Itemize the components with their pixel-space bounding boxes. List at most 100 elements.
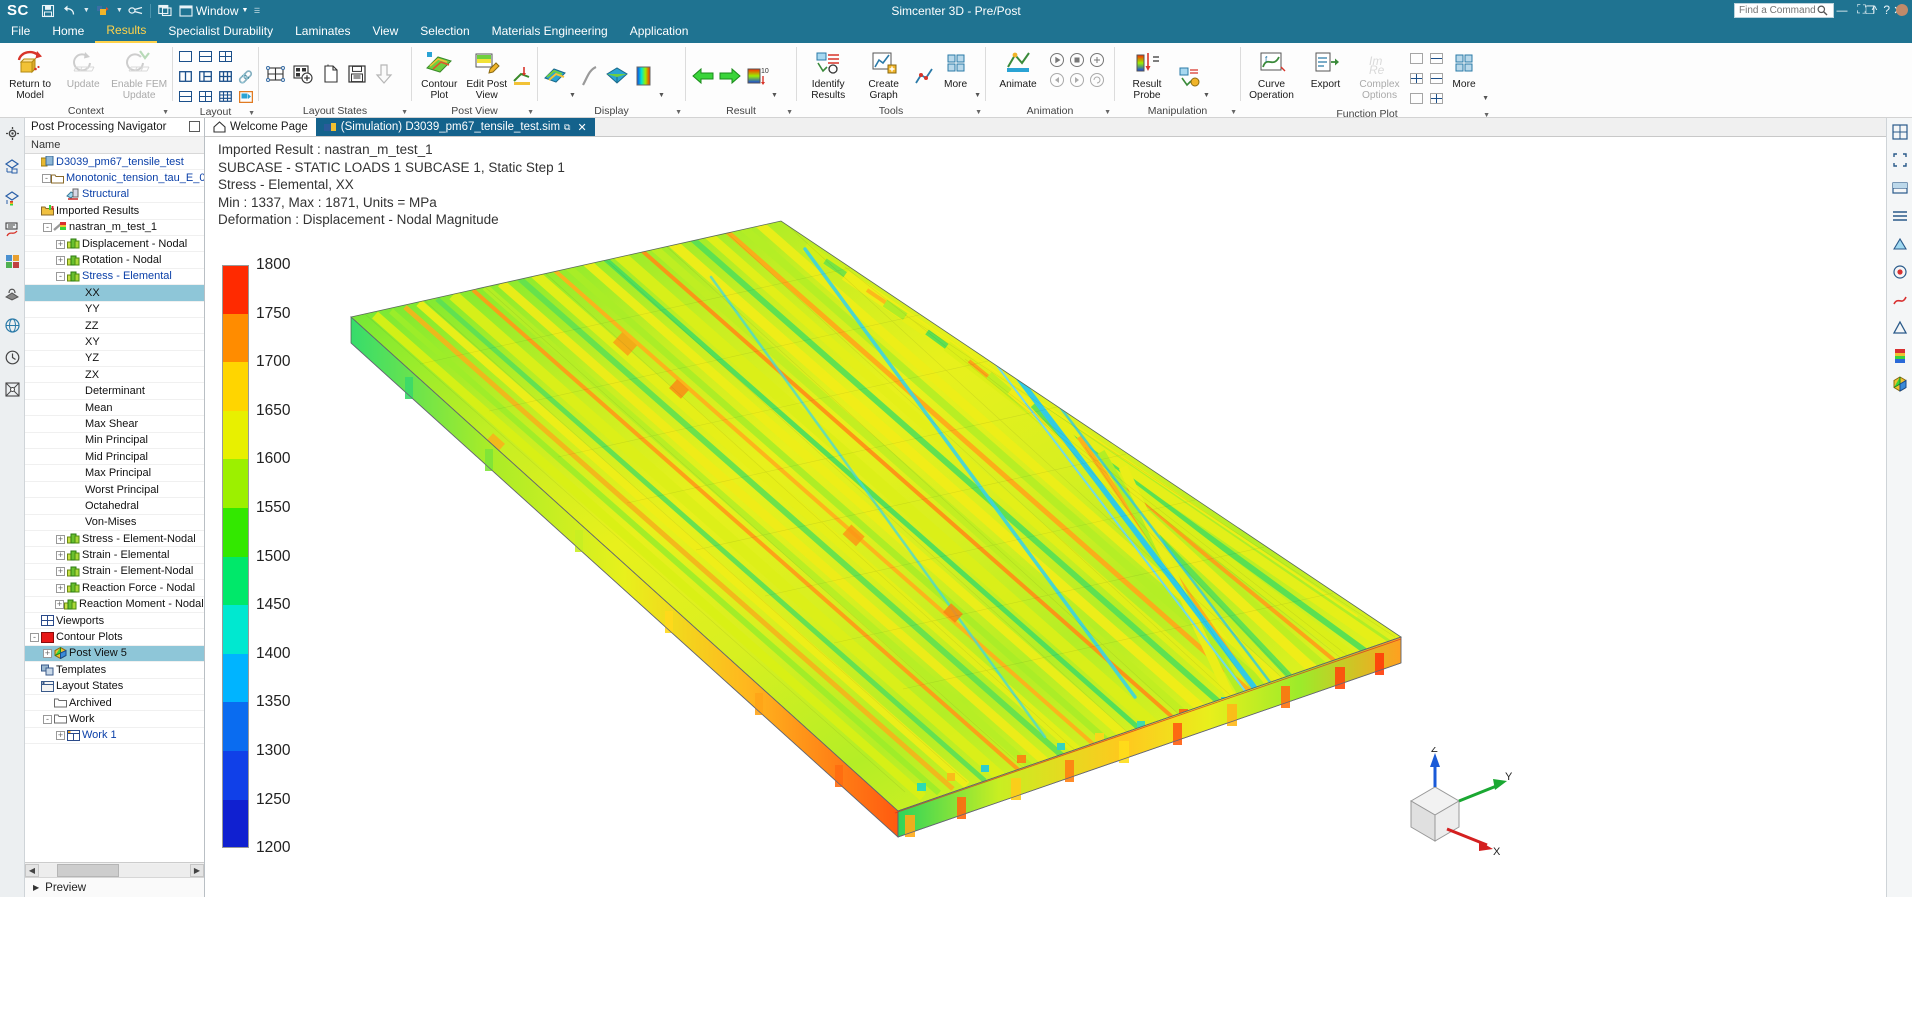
export-button[interactable]: Export — [1299, 46, 1352, 90]
postview-icon[interactable] — [1889, 373, 1911, 395]
tree-item[interactable]: XY — [25, 334, 204, 351]
collapse-icon[interactable]: - — [29, 632, 40, 643]
complex-options-button[interactable]: Im Re Complex Options — [1353, 46, 1406, 101]
tree-item[interactable]: - Stress - Elemental — [25, 269, 204, 286]
tree-item[interactable]: Imported Results — [25, 203, 204, 220]
prev-frame-icon[interactable] — [1047, 70, 1066, 89]
deformed-dropdown-icon[interactable]: ▼ — [658, 92, 665, 99]
ribbon-tab-selection[interactable]: Selection — [409, 21, 480, 43]
contour-settings-icon[interactable] — [1889, 261, 1911, 283]
document-tab[interactable]: (Simulation) D3039_pm67_tensile_test.sim… — [315, 118, 595, 136]
layout-nine-icon[interactable] — [216, 87, 235, 106]
tree-item[interactable]: + Strain - Element-Nodal — [25, 564, 204, 581]
plot-grid6-icon[interactable] — [1427, 89, 1446, 108]
layout-state-create-icon[interactable] — [263, 61, 289, 87]
shaded-icon[interactable] — [1889, 233, 1911, 255]
tree-item[interactable]: - Monotonic_tension_tau_E_0 — [25, 170, 204, 187]
settings-gear-icon[interactable] — [1, 122, 23, 144]
tree-item[interactable]: D3039_pm67_tensile_test — [25, 154, 204, 171]
link-viewports-icon[interactable]: 🔗 — [236, 67, 255, 86]
graphics-viewport[interactable]: Imported Result : nastran_m_test_1 SUBCAS… — [205, 137, 1545, 897]
tree-item[interactable]: + Reaction Force - Nodal — [25, 580, 204, 597]
more-function-plot-button[interactable]: More — [1447, 46, 1481, 90]
tree-item[interactable]: Layout States — [25, 679, 204, 695]
undo-dropdown-icon[interactable]: ▼ — [81, 0, 92, 21]
tree-item[interactable]: ZX — [25, 367, 204, 384]
tree-item[interactable]: + Reaction Moment - Nodal — [25, 597, 204, 613]
redo-dropdown-icon[interactable]: ▼ — [114, 0, 125, 21]
tree-item[interactable]: YZ — [25, 351, 204, 368]
duplicate-tab-icon[interactable]: ⧉ — [564, 122, 570, 133]
close-tab-icon[interactable]: ✕ — [577, 121, 586, 134]
layout-grid4-icon[interactable] — [216, 47, 235, 66]
tree-item[interactable]: + Strain - Elemental — [25, 547, 204, 564]
enable-fem-update-button[interactable]: Enable FEM Update — [110, 46, 168, 101]
part-navigator-icon[interactable] — [1, 250, 23, 272]
tree-item[interactable]: - Contour Plots — [25, 629, 204, 646]
ribbon-tab-specialist-durability[interactable]: Specialist Durability — [157, 21, 284, 43]
ribbon-tab-home[interactable]: Home — [41, 21, 95, 43]
tree-item[interactable]: + Stress - Element-Nodal — [25, 531, 204, 548]
collapse-icon[interactable]: - — [55, 271, 66, 282]
cut-icon[interactable] — [125, 0, 147, 21]
tree-item[interactable]: Worst Principal — [25, 482, 204, 499]
ribbon-tab-materials-engineering[interactable]: Materials Engineering — [481, 21, 619, 43]
tree-item[interactable]: Structural — [25, 187, 204, 204]
tree-item[interactable]: Octahedral — [25, 498, 204, 515]
stop-icon[interactable] — [1067, 50, 1086, 69]
previous-result-icon[interactable] — [690, 63, 716, 89]
window-switch-icon[interactable] — [154, 0, 176, 21]
colormap-icon[interactable] — [1889, 345, 1911, 367]
deformed-display-icon[interactable] — [631, 63, 657, 89]
shaded-display-icon[interactable] — [604, 63, 630, 89]
graph-edit-icon[interactable] — [912, 63, 937, 89]
pin-icon[interactable] — [189, 121, 200, 132]
layout-quad-icon[interactable] — [196, 87, 215, 106]
tree-item[interactable]: + Post View 5 — [25, 645, 204, 663]
collapse-icon[interactable]: - — [42, 222, 53, 233]
scroll-left-arrow-icon[interactable]: ◀ — [25, 863, 39, 877]
tree-item[interactable]: Min Principal — [25, 433, 204, 450]
find-command-box[interactable] — [1734, 3, 1834, 18]
plot-grid4-icon[interactable] — [1427, 69, 1446, 88]
tree-item[interactable]: + Work 1 — [25, 728, 204, 745]
collapse-icon[interactable]: - — [42, 173, 51, 184]
expand-icon[interactable]: + — [55, 730, 66, 741]
contour-plot-button[interactable]: Contour Plot — [416, 46, 463, 101]
manipulation-tool-icon[interactable] — [1176, 63, 1202, 89]
render-style-icon[interactable] — [1889, 121, 1911, 143]
expand-icon[interactable]: + — [55, 239, 66, 249]
identify-results-button[interactable]: Identify Results — [801, 46, 855, 101]
edit-post-view-button[interactable]: Edit Post View — [464, 46, 511, 101]
scroll-right-arrow-icon[interactable]: ▶ — [190, 863, 204, 877]
expand-icon[interactable]: + — [55, 534, 66, 544]
result-dropdown-icon[interactable]: ▼ — [771, 92, 778, 99]
tree-item[interactable]: Templates — [25, 662, 204, 679]
plot-grid1-icon[interactable] — [1407, 49, 1426, 68]
ribbon-tab-file[interactable]: File — [0, 21, 41, 43]
avatar[interactable] — [1896, 3, 1908, 16]
loop-icon[interactable] — [1087, 70, 1106, 89]
tree-item[interactable]: Von-Mises — [25, 515, 204, 531]
tree-item[interactable]: Mid Principal — [25, 449, 204, 466]
tree-item[interactable]: Max Principal — [25, 465, 204, 482]
color-display-dropdown-icon[interactable]: ▼ — [569, 92, 576, 99]
post-view-extra-icon[interactable] — [511, 63, 533, 89]
layout-two-horizontal-icon[interactable] — [196, 47, 215, 66]
plot-grid2-icon[interactable] — [1427, 49, 1446, 68]
result-probe-button[interactable]: Result Probe — [1119, 46, 1175, 101]
section-icon[interactable] — [1889, 177, 1911, 199]
fit-view-icon[interactable] — [1889, 149, 1911, 171]
tree-item[interactable]: - Work — [25, 711, 204, 728]
layout-single-icon[interactable] — [176, 47, 195, 66]
tree-item[interactable]: Mean — [25, 400, 204, 417]
expand-icon[interactable]: + — [55, 566, 66, 577]
plot-grid5-icon[interactable] — [1407, 89, 1426, 108]
copy-layout-state-icon[interactable] — [317, 61, 343, 87]
animate-button[interactable]: Animate — [990, 46, 1046, 90]
web-browser-icon[interactable] — [1, 314, 23, 336]
tree-item[interactable]: Viewports — [25, 613, 204, 630]
ribbon-tab-laminates[interactable]: Laminates — [284, 21, 361, 43]
ribbon-tab-application[interactable]: Application — [619, 21, 700, 43]
collapse-ribbon-icon[interactable]: ^ — [1872, 3, 1878, 17]
